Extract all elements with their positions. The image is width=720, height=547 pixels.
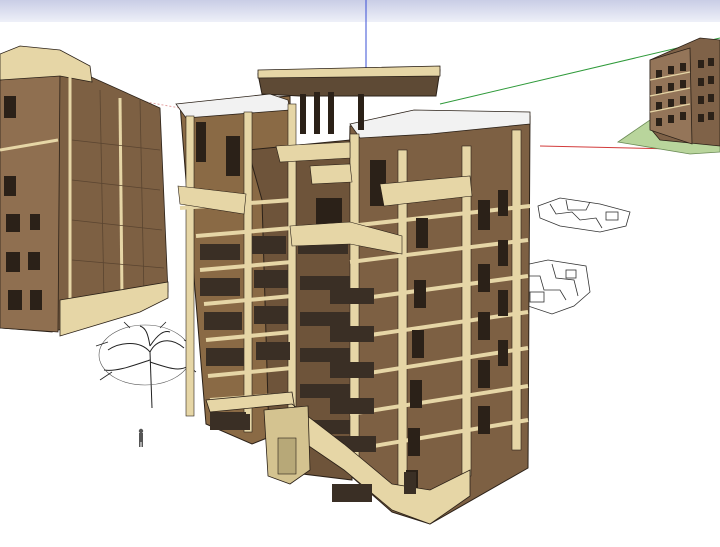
- scene-canvas[interactable]: [0, 0, 720, 547]
- main-building[interactable]: [175, 65, 531, 525]
- tree[interactable]: [95, 321, 197, 409]
- left-building-roof: [0, 45, 93, 83]
- main-roof-top: [257, 65, 441, 79]
- modeling-viewport[interactable]: [0, 0, 720, 547]
- main-entrance-door: [277, 437, 297, 475]
- left-building[interactable]: [0, 45, 169, 337]
- far-building[interactable]: [616, 37, 720, 155]
- floor-plans[interactable]: [517, 197, 631, 315]
- person[interactable]: [138, 428, 144, 447]
